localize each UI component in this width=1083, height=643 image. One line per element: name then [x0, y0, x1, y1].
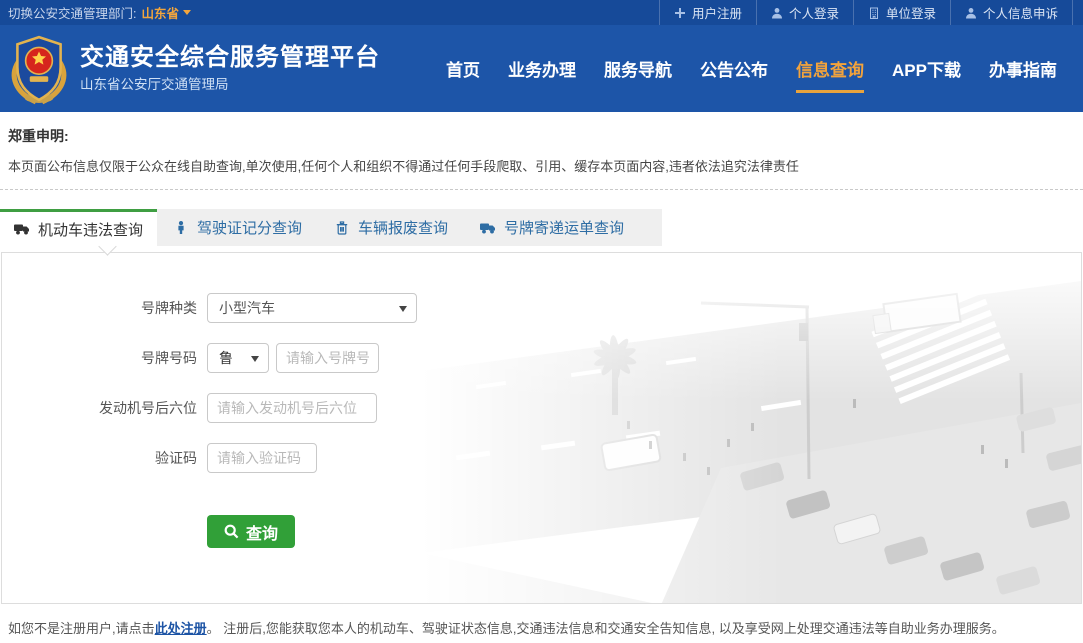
- plate-type-row: 号牌种类 小型汽车: [2, 293, 1081, 323]
- register-hint: 如您不是注册用户,请点击此处注册。 注册后,您能获取您本人的机动车、驾驶证状态信…: [0, 618, 1083, 637]
- truck-icon: [480, 221, 496, 235]
- tab-label: 车辆报废查询: [358, 217, 448, 238]
- plus-icon: [674, 7, 686, 19]
- chevron-down-icon: [251, 356, 259, 362]
- nav-handling-guide[interactable]: 办事指南: [975, 25, 1071, 112]
- plate-number-label: 号牌号码: [2, 348, 197, 368]
- truck-icon: [14, 222, 30, 236]
- person-icon: [965, 7, 977, 19]
- site-header: 交通安全综合服务管理平台 山东省公安厅交通管理局 首页 业务办理 服务导航 公告…: [0, 25, 1083, 112]
- captcha-input[interactable]: [207, 443, 317, 473]
- register-label: 用户注册: [692, 3, 742, 22]
- hint-pre: 如您不是注册用户,请点击: [8, 621, 155, 636]
- site-title: 交通安全综合服务管理平台: [80, 46, 380, 70]
- department-switcher[interactable]: 切换公安交通管理部门: 山东省: [8, 0, 191, 25]
- switch-department-label: 切换公安交通管理部门:: [8, 3, 136, 22]
- personal-appeal-label: 个人信息申诉: [983, 3, 1058, 22]
- nav-app-download[interactable]: APP下载: [878, 25, 975, 112]
- tab-plate-delivery-query[interactable]: 号牌寄递运单查询: [464, 209, 640, 246]
- tab-license-points-query[interactable]: 驾驶证记分查询: [157, 209, 318, 246]
- personal-login-link[interactable]: 个人登录: [756, 0, 853, 25]
- unit-login-label: 单位登录: [886, 3, 936, 22]
- building-icon: [868, 7, 880, 19]
- captcha-label: 验证码: [2, 448, 197, 468]
- register-here-link[interactable]: 此处注册: [155, 621, 207, 636]
- hint-post: 。 注册后,您能获取您本人的机动车、驾驶证状态信息,交通违法信息和交通安全告知信…: [207, 621, 1005, 636]
- query-button[interactable]: 查询: [207, 515, 295, 548]
- police-badge-logo: [8, 33, 70, 105]
- nav-home[interactable]: 首页: [432, 25, 494, 112]
- engine-number-row: 发动机号后六位: [2, 393, 1081, 423]
- personal-login-label: 个人登录: [789, 3, 839, 22]
- tab-vehicle-violation-query[interactable]: 机动车违法查询: [0, 209, 157, 246]
- personal-appeal-link[interactable]: 个人信息申诉: [950, 0, 1073, 25]
- province-value: 鲁: [219, 348, 233, 368]
- chevron-down-icon: [183, 10, 191, 15]
- nav-service-guide[interactable]: 服务导航: [590, 25, 686, 112]
- person-icon: [173, 221, 189, 235]
- main-nav: 首页 业务办理 服务导航 公告公布 信息查询 APP下载 办事指南: [432, 25, 1071, 112]
- search-icon: [224, 524, 239, 539]
- plate-type-value: 小型汽车: [219, 298, 275, 318]
- tab-label: 驾驶证记分查询: [197, 217, 302, 238]
- site-subtitle: 山东省公安厅交通管理局: [80, 78, 380, 92]
- statement-title: 郑重申明:: [8, 126, 1075, 146]
- captcha-row: 验证码: [2, 443, 1081, 473]
- trash-icon: [334, 221, 350, 235]
- province-select[interactable]: 鲁: [207, 343, 269, 373]
- plate-type-label: 号牌种类: [2, 298, 197, 318]
- solemn-statement: 郑重申明: 本页面公布信息仅限于公众在线自助查询,单次使用,任何个人和组织不得通…: [0, 112, 1083, 190]
- plate-number-input[interactable]: [276, 343, 379, 373]
- region-value: 山东省: [141, 3, 179, 22]
- nav-info-query[interactable]: 信息查询: [782, 25, 878, 112]
- query-button-label: 查询: [246, 520, 278, 544]
- unit-login-link[interactable]: 单位登录: [853, 0, 950, 25]
- violation-query-form: 号牌种类 小型汽车 号牌号码 鲁 发动机号后六位: [2, 253, 1081, 548]
- query-tabs: 机动车违法查询 驾驶证记分查询 车辆报废查询 号牌寄递运单查询: [0, 209, 1083, 246]
- top-utility-bar: 切换公安交通管理部门: 山东省 用户注册 个人登录 单位登录 个人信息申诉: [0, 0, 1083, 25]
- register-link[interactable]: 用户注册: [659, 0, 756, 25]
- query-form-panel: 号牌种类 小型汽车 号牌号码 鲁 发动机号后六位: [1, 252, 1082, 604]
- account-links: 用户注册 个人登录 单位登录 个人信息申诉: [659, 0, 1083, 25]
- chevron-down-icon: [399, 306, 407, 312]
- engine-number-input[interactable]: [207, 393, 377, 423]
- plate-type-select[interactable]: 小型汽车: [207, 293, 417, 323]
- statement-body: 本页面公布信息仅限于公众在线自助查询,单次使用,任何个人和组织不得通过任何手段爬…: [8, 156, 1075, 175]
- inactive-tabs: 驾驶证记分查询 车辆报废查询 号牌寄递运单查询: [157, 209, 662, 246]
- nav-business[interactable]: 业务办理: [494, 25, 590, 112]
- engine-number-label: 发动机号后六位: [2, 398, 197, 418]
- tab-vehicle-scrap-query[interactable]: 车辆报废查询: [318, 209, 464, 246]
- person-icon: [771, 7, 783, 19]
- tab-label: 机动车违法查询: [38, 219, 143, 240]
- tab-label: 号牌寄递运单查询: [504, 217, 624, 238]
- region-selector[interactable]: 山东省: [141, 3, 191, 22]
- plate-number-row: 号牌号码 鲁: [2, 343, 1081, 373]
- nav-announcements[interactable]: 公告公布: [686, 25, 782, 112]
